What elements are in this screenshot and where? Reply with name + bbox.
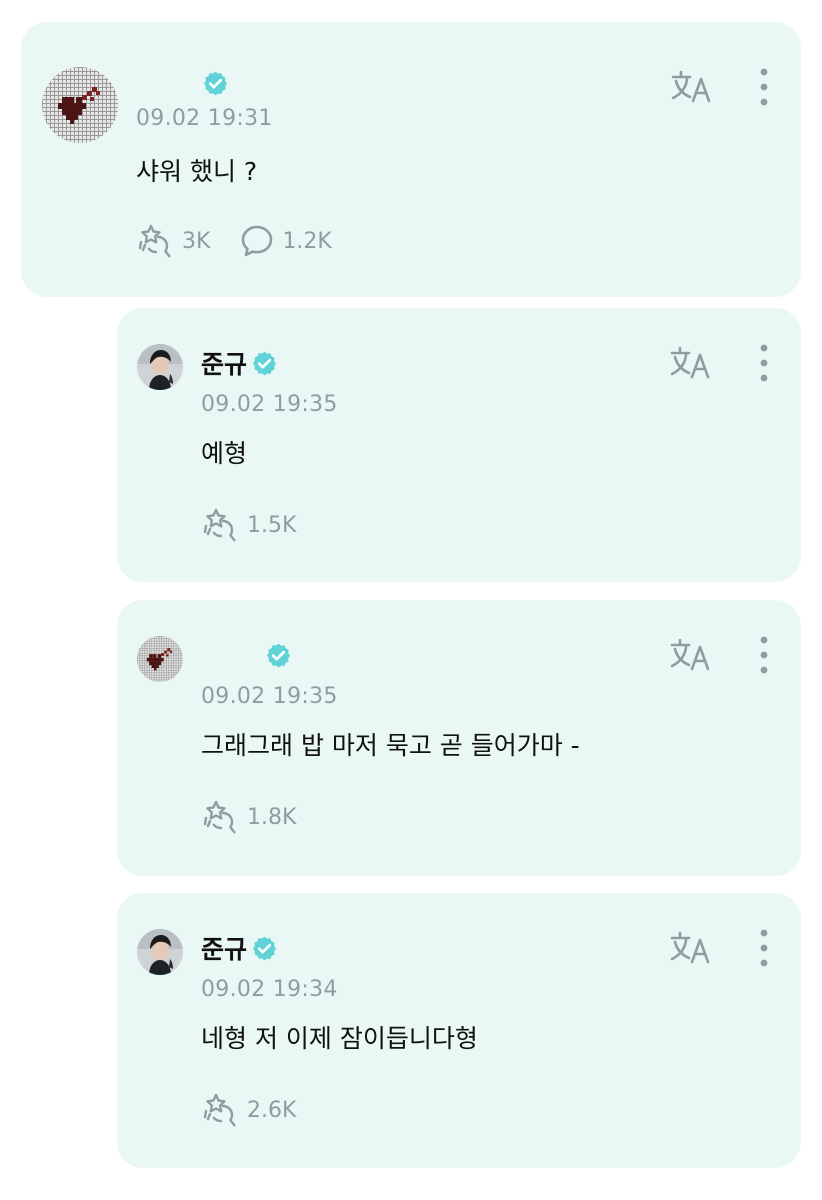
sparkle-reaction-icon[interactable]	[201, 506, 239, 544]
avatar[interactable]	[42, 67, 118, 143]
reply-card[interactable]: 09.02 19:35 그래그래 밥 마저 묵고 곧 들어가마 - 1.8K	[117, 600, 801, 876]
speech-bubble-icon[interactable]	[240, 224, 274, 258]
verified-badge-icon	[202, 70, 229, 97]
comment-count: 1.2K	[282, 228, 332, 254]
translate-icon[interactable]	[670, 929, 714, 965]
reply-card[interactable]: 준규 09.02 19:34 네형 저 이제 잠이듭니다형 2.6K	[117, 893, 801, 1168]
more-vertical-icon[interactable]	[756, 928, 772, 968]
pixel-heart-avatar-icon	[137, 636, 183, 682]
conversation-thread: 09.02 19:31 샤워 했니 ? 3K 1.2K 준규 09.02 19:…	[0, 0, 822, 1200]
post-stats: 1.8K	[201, 798, 296, 836]
more-vertical-icon[interactable]	[756, 343, 772, 383]
reaction-count: 2.6K	[247, 1097, 297, 1123]
verified-badge-icon	[251, 350, 278, 377]
verified-badge-icon	[251, 935, 278, 962]
post-stats: 1.5K	[201, 506, 296, 544]
author-name[interactable]: 준규	[201, 930, 247, 966]
pixel-heart-avatar-icon	[42, 67, 118, 143]
reply-card[interactable]: 준규 09.02 19:35 예형 1.5K	[117, 308, 801, 582]
translate-icon[interactable]	[670, 344, 714, 380]
avatar[interactable]	[137, 929, 183, 975]
avatar[interactable]	[137, 344, 183, 390]
post-card[interactable]: 09.02 19:31 샤워 했니 ? 3K 1.2K	[21, 22, 801, 297]
post-text: 그래그래 밥 마저 묵고 곧 들어가마 -	[201, 731, 580, 760]
sparkle-reaction-icon[interactable]	[201, 798, 239, 836]
reaction-count: 1.8K	[247, 804, 297, 830]
timestamp: 09.02 19:31	[136, 106, 273, 131]
post-text: 예형	[201, 439, 248, 468]
post-text: 샤워 했니 ?	[136, 157, 258, 186]
author-row	[198, 66, 229, 100]
author-row	[261, 638, 292, 672]
sparkle-reaction-icon[interactable]	[136, 222, 174, 260]
reaction-count: 1.5K	[247, 512, 297, 538]
author-row: 준규	[201, 931, 278, 965]
translate-icon[interactable]	[671, 68, 715, 104]
verified-badge-icon	[265, 642, 292, 669]
avatar[interactable]	[137, 636, 183, 682]
timestamp: 09.02 19:35	[201, 684, 338, 709]
reaction-count: 3K	[182, 228, 211, 254]
post-text: 네형 저 이제 잠이듭니다형	[201, 1024, 478, 1053]
person-avatar-icon	[137, 929, 183, 975]
author-name[interactable]: 준규	[201, 345, 247, 381]
sparkle-reaction-icon[interactable]	[201, 1091, 239, 1129]
person-avatar-icon	[137, 344, 183, 390]
timestamp: 09.02 19:34	[201, 977, 338, 1002]
more-vertical-icon[interactable]	[756, 67, 772, 107]
post-stats: 3K 1.2K	[136, 222, 332, 260]
translate-icon[interactable]	[670, 636, 714, 672]
more-vertical-icon[interactable]	[756, 635, 772, 675]
timestamp: 09.02 19:35	[201, 392, 338, 417]
post-stats: 2.6K	[201, 1091, 296, 1129]
author-row: 준규	[201, 346, 278, 380]
